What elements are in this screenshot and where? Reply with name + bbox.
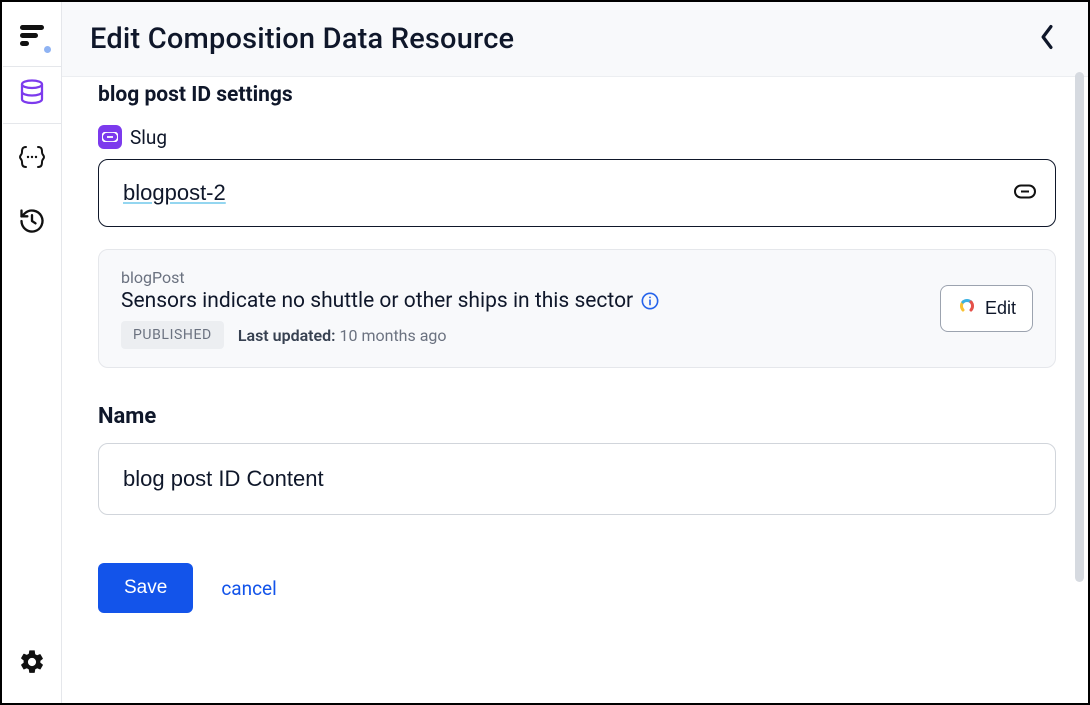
contentful-icon xyxy=(957,296,977,321)
last-updated: Last updated: 10 months ago xyxy=(238,326,447,345)
link-icon xyxy=(1014,184,1036,203)
sidebar-item-settings[interactable] xyxy=(3,635,61,693)
sidebar-item-logo[interactable] xyxy=(3,12,61,60)
header: Edit Composition Data Resource xyxy=(62,2,1088,77)
collapse-button[interactable] xyxy=(1034,20,1060,58)
preview-type: blogPost xyxy=(121,268,920,287)
sidebar xyxy=(2,2,62,703)
name-input[interactable] xyxy=(98,443,1056,515)
slug-input[interactable] xyxy=(98,159,1056,227)
name-label: Name xyxy=(98,404,1056,429)
edit-button-label: Edit xyxy=(985,298,1016,319)
preview-card: blogPost Sensors indicate no shuttle or … xyxy=(98,249,1056,368)
gear-icon xyxy=(18,648,46,680)
footer-actions: Save cancel xyxy=(98,563,1056,613)
logo-icon xyxy=(18,22,46,50)
section-title: blog post ID settings xyxy=(98,83,1056,107)
slug-icon xyxy=(98,125,122,149)
sidebar-item-history[interactable] xyxy=(3,194,61,252)
json-braces-icon xyxy=(17,144,47,174)
slug-label: Slug xyxy=(130,126,167,149)
status-badge: PUBLISHED xyxy=(121,321,224,349)
save-button[interactable]: Save xyxy=(98,563,193,613)
edit-button[interactable]: Edit xyxy=(940,285,1033,332)
slug-label-row: Slug xyxy=(98,125,1056,149)
preview-title: Sensors indicate no shuttle or other shi… xyxy=(121,289,633,313)
database-icon xyxy=(17,78,47,112)
history-icon xyxy=(18,207,46,239)
cancel-button[interactable]: cancel xyxy=(221,577,276,600)
content: blog post ID settings Slug xyxy=(62,77,1088,703)
chevron-left-icon xyxy=(1038,35,1056,54)
page-title: Edit Composition Data Resource xyxy=(90,22,514,56)
scrollbar[interactable] xyxy=(1075,72,1084,582)
sidebar-item-json[interactable] xyxy=(3,130,61,188)
main-panel: Edit Composition Data Resource blog post… xyxy=(62,2,1088,703)
info-icon[interactable] xyxy=(641,292,659,310)
sidebar-item-data[interactable] xyxy=(3,66,61,124)
